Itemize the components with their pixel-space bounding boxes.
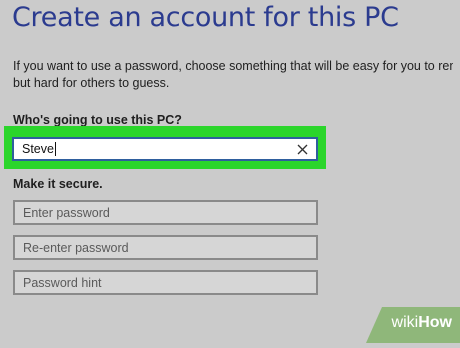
username-value: Steve xyxy=(22,142,54,156)
page-title: Create an account for this PC xyxy=(12,2,399,33)
watermark-how: How xyxy=(418,314,452,331)
watermark-wiki: wiki xyxy=(391,314,419,331)
reenter-password-field[interactable]: Re-enter password xyxy=(13,235,318,260)
close-icon xyxy=(297,144,307,154)
password-hint-field[interactable]: Password hint xyxy=(13,270,318,295)
intro-text: If you want to use a password, choose so… xyxy=(13,58,453,92)
secure-label: Make it secure. xyxy=(13,177,103,191)
username-label: Who's going to use this PC? xyxy=(13,113,182,127)
password-field[interactable]: Enter password xyxy=(13,200,318,225)
username-input[interactable]: Steve xyxy=(14,142,290,156)
intro-line-2: but hard for others to guess. xyxy=(13,76,170,90)
watermark-text: wikiHow xyxy=(392,314,452,332)
username-field[interactable]: Steve xyxy=(12,137,318,161)
wikihow-watermark: wikiHow xyxy=(360,299,460,343)
text-caret xyxy=(54,142,56,156)
intro-line-1: If you want to use a password, choose so… xyxy=(13,59,453,73)
clear-button[interactable] xyxy=(290,139,314,159)
